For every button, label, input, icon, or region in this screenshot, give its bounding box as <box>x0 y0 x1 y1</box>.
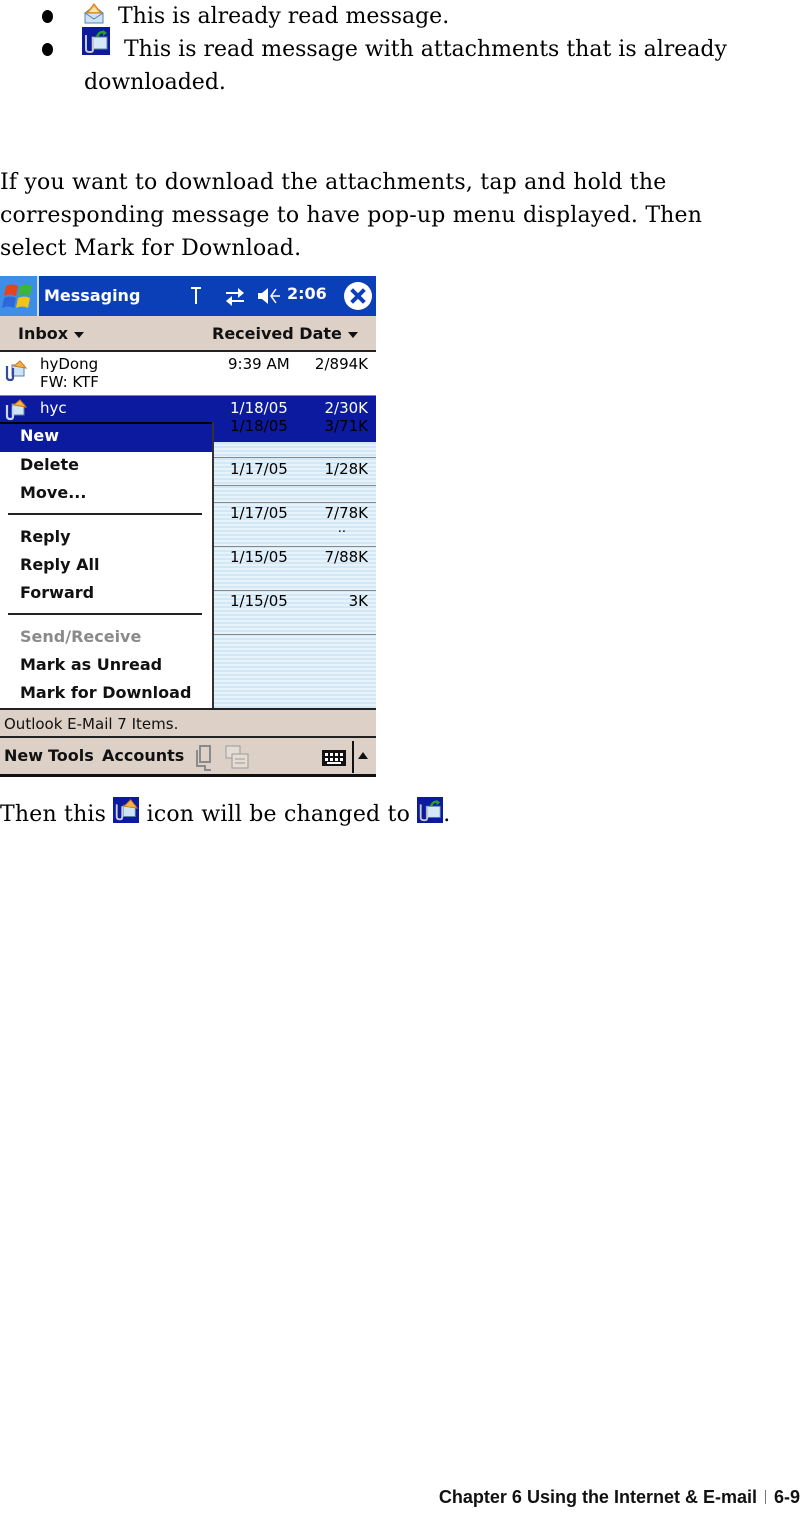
menu-item-reply[interactable]: Reply <box>20 527 71 546</box>
instruction-line-1: If you want to download the attachments,… <box>0 170 667 195</box>
message-size: 7/88K <box>324 548 368 566</box>
instruction-line-3: select Mark for Download. <box>0 236 302 261</box>
menu-divider <box>352 741 354 773</box>
close-button[interactable] <box>344 282 372 310</box>
more-indicator: .. <box>337 521 346 536</box>
clock[interactable]: 2:06 <box>287 284 327 303</box>
title-bar: Messaging 2:06 <box>0 276 376 316</box>
keyboard-icon[interactable] <box>322 750 346 766</box>
chapter-title: Chapter 6 Using the Internet & E-mail <box>438 1487 757 1507</box>
result-text-before: Then this <box>0 802 107 827</box>
attachment-message-icon <box>113 797 140 823</box>
message-date: 1/15/05 <box>230 548 288 566</box>
row-divider <box>212 634 376 635</box>
start-button[interactable] <box>0 276 39 316</box>
message-subject: FW: KTF <box>40 373 99 391</box>
bullet-text: This is read message with attachments th… <box>124 37 727 62</box>
status-bar: Outlook E-Mail 7 Items. <box>0 708 376 738</box>
navigation-bar: Inbox Received Date <box>0 316 376 352</box>
menu-bar: New Tools Accounts <box>0 738 376 777</box>
message-sender: hyDong <box>40 355 99 373</box>
bullet-text-continued: downloaded. <box>84 70 226 95</box>
menu-item-reply-all[interactable]: Reply All <box>20 555 99 574</box>
input-panel-toggle-icon[interactable] <box>358 752 368 759</box>
folder-label: Inbox <box>18 324 69 343</box>
menu-item-move[interactable]: Move... <box>20 483 86 502</box>
menu-item-new[interactable]: New <box>0 424 213 452</box>
sync-arrows-icon[interactable] <box>224 286 246 306</box>
message-size: 1/28K <box>324 460 368 478</box>
messaging-screenshot: Messaging 2:06 Inbox Received Date hyDon… <box>0 276 376 777</box>
menu-separator <box>8 513 202 515</box>
page-number: 6-9 <box>773 1487 800 1507</box>
message-size: 3K <box>348 592 368 610</box>
menu-item-delete[interactable]: Delete <box>20 455 79 474</box>
menu-separator <box>8 613 202 615</box>
downloaded-attachment-message-icon <box>417 797 444 823</box>
message-date: 1/18/05 <box>230 399 288 417</box>
windows-flag-icon <box>2 284 32 308</box>
message-date: 1/15/05 <box>230 592 288 610</box>
menu-item-send-receive: Send/Receive <box>20 627 142 646</box>
message-size: 7/78K <box>324 504 368 522</box>
message-row-selected[interactable]: hyc 1/18/05 2/30K <box>0 396 376 422</box>
signal-antenna-icon[interactable] <box>190 286 202 306</box>
message-size: 2/30K <box>324 399 368 417</box>
folder-dropdown[interactable]: Inbox <box>18 324 85 343</box>
speaker-icon[interactable] <box>256 286 282 306</box>
page-footer: Chapter 6 Using the Internet & E-mail 6-9 <box>439 1487 800 1508</box>
app-title: Messaging <box>44 286 141 305</box>
attachment-message-icon <box>5 360 28 382</box>
new-menu-button[interactable]: New <box>4 746 43 765</box>
accounts-menu-button[interactable]: Accounts <box>102 746 184 765</box>
bullet-text: This is already read message. <box>118 4 450 29</box>
chevron-down-icon <box>74 331 85 338</box>
message-size: 3/71K <box>324 417 368 435</box>
result-sentence: Then this icon will be changed to . <box>0 797 450 831</box>
attachment-message-icon <box>5 399 28 421</box>
status-text: Outlook E-Mail 7 Items. <box>4 715 179 733</box>
downloaded-attachment-message-icon <box>82 27 110 55</box>
message-date: 1/17/05 <box>230 504 288 522</box>
context-menu: New Delete Move... Reply Reply All Forwa… <box>0 422 213 708</box>
footer-separator <box>764 1490 766 1504</box>
message-date: 1/18/05 <box>230 417 288 435</box>
bullet-dot <box>42 10 53 23</box>
menu-edge <box>212 422 214 708</box>
read-message-icon <box>84 3 104 24</box>
result-text-middle: icon will be changed to <box>146 802 411 827</box>
menu-item-label: New <box>20 426 60 445</box>
menu-item-mark-as-unread[interactable]: Mark as Unread <box>20 655 162 674</box>
chevron-down-icon <box>347 331 358 338</box>
message-row[interactable]: hyDong FW: KTF 9:39 AM 2/894K <box>0 352 376 396</box>
sort-label: Received Date <box>212 324 342 343</box>
message-date: 1/17/05 <box>230 460 288 478</box>
menu-item-mark-for-download[interactable]: Mark for Download <box>20 683 191 702</box>
folder-list-icon[interactable] <box>224 744 250 772</box>
message-sender: hyc <box>40 399 67 417</box>
menu-item-forward[interactable]: Forward <box>20 583 94 602</box>
instruction-line-2: corresponding message to have pop-up men… <box>0 203 703 228</box>
result-text-after: . <box>443 802 451 827</box>
tools-menu-button[interactable]: Tools <box>48 746 94 765</box>
message-size: 2/894K <box>314 355 368 373</box>
connection-icon[interactable] <box>193 744 215 772</box>
message-date: 9:39 AM <box>228 355 290 373</box>
sort-dropdown[interactable]: Received Date <box>212 324 358 343</box>
bullet-dot <box>42 43 53 56</box>
